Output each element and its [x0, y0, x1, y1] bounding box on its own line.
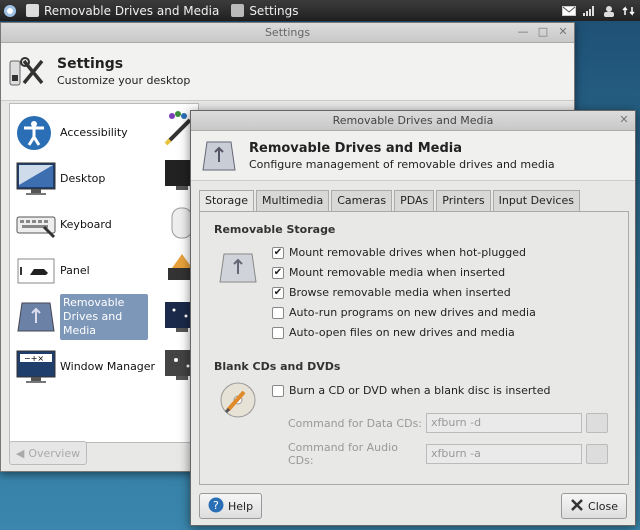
- option-mount-hotplugged[interactable]: ✔ Mount removable drives when hot-plugge…: [272, 246, 526, 259]
- checkbox[interactable]: [272, 306, 284, 319]
- taskbar-item-settings[interactable]: Settings: [225, 0, 304, 21]
- window-title: Settings: [264, 26, 311, 39]
- tab-bar: Storage Multimedia Cameras PDAs Printers…: [199, 190, 580, 212]
- user-icon[interactable]: [602, 5, 616, 17]
- taskbar-item-label: Settings: [249, 3, 299, 18]
- browse-data-cd-button[interactable]: [586, 413, 608, 433]
- panel-icon: [16, 253, 56, 289]
- category-label: Window Manager: [60, 360, 156, 373]
- removable-drive-icon: [199, 136, 239, 176]
- data-cd-label: Command for Data CDs:: [288, 416, 423, 430]
- arrow-left-icon: ◀: [15, 446, 25, 460]
- dialog-subtitle: Configure management of removable drives…: [249, 157, 555, 171]
- network-icon[interactable]: [582, 5, 596, 17]
- tab-multimedia[interactable]: Multimedia: [256, 190, 330, 211]
- tab-printers[interactable]: Printers: [436, 190, 491, 211]
- window-title: Removable Drives and Media: [332, 114, 494, 127]
- browse-audio-cd-button[interactable]: [586, 444, 608, 464]
- top-panel: Removable Drives and Media Settings: [0, 0, 640, 21]
- category-accessibility[interactable]: Accessibility: [16, 114, 128, 152]
- tab-cameras[interactable]: Cameras: [331, 190, 393, 211]
- close-button[interactable]: Close: [561, 493, 627, 519]
- checkbox[interactable]: ✔: [272, 286, 284, 299]
- category-label: Desktop: [60, 172, 106, 185]
- tab-input-devices[interactable]: Input Devices: [492, 190, 580, 211]
- help-label: Help: [228, 499, 254, 513]
- overview-button[interactable]: ◀ Overview: [9, 441, 87, 465]
- option-mount-media[interactable]: ✔ Mount removable media when inserted: [272, 266, 505, 279]
- checkbox[interactable]: [272, 326, 284, 339]
- app-menu-icon[interactable]: [0, 0, 20, 21]
- maximize-icon[interactable]: □: [536, 25, 550, 39]
- checkbox[interactable]: ✔: [272, 246, 284, 259]
- category-desktop[interactable]: Desktop: [16, 160, 105, 198]
- option-label: Mount removable media when inserted: [289, 266, 506, 279]
- option-label: Burn a CD or DVD when a blank disc is in…: [289, 384, 551, 397]
- updates-icon[interactable]: [622, 5, 636, 17]
- desktop-icon: [16, 161, 56, 197]
- page-title: Settings: [57, 56, 124, 72]
- data-cd-command-row: Command for Data CDs: xfburn -d: [288, 413, 608, 433]
- dialog-title: Removable Drives and Media: [249, 140, 463, 156]
- help-button[interactable]: ? Help: [199, 493, 263, 519]
- taskbar-item-removable-drives[interactable]: Removable Drives and Media: [20, 0, 225, 21]
- tab-pdas[interactable]: PDAs: [394, 190, 435, 211]
- audio-cd-label: Command for Audio CDs:: [288, 441, 398, 467]
- option-label: Mount removable drives when hot-plugged: [289, 246, 526, 259]
- settings-titlebar[interactable]: Settings — □ ✕: [1, 23, 574, 43]
- settings-category-list: Accessibility Desktop Keyboard Panel Rem…: [9, 103, 199, 443]
- audio-cd-command-field[interactable]: xfburn -a: [426, 444, 582, 464]
- category-window-manager[interactable]: −+× Window Manager: [16, 348, 155, 386]
- settings-header: Settings Customize your desktop: [1, 43, 574, 101]
- checkbox[interactable]: [272, 384, 284, 397]
- category-keyboard[interactable]: Keyboard: [16, 206, 112, 244]
- category-removable-drives[interactable]: Removable Drives and Media: [16, 294, 148, 340]
- settings-icon: [231, 4, 245, 17]
- storage-tab-panel: Removable Storage ✔ Mount removable driv…: [199, 211, 629, 485]
- keyboard-icon: [16, 207, 56, 243]
- category-label: Keyboard: [60, 218, 112, 231]
- mail-icon[interactable]: [562, 5, 576, 17]
- drive-icon: [26, 4, 39, 17]
- option-label: Browse removable media when inserted: [289, 286, 511, 299]
- category-label: Panel: [60, 264, 90, 277]
- overview-label: Overview: [28, 446, 81, 460]
- removable-drive-icon: [16, 299, 56, 335]
- option-autoopen[interactable]: Auto-open files on new drives and media: [272, 326, 515, 339]
- system-tray: [562, 0, 640, 21]
- audio-cd-command-row: Command for Audio CDs: xfburn -a: [288, 441, 608, 467]
- option-label: Auto-run programs on new drives and medi…: [289, 306, 536, 319]
- data-cd-command-field[interactable]: xfburn -d: [426, 413, 582, 433]
- cd-burner-icon: [218, 380, 258, 420]
- tab-storage[interactable]: Storage: [199, 190, 255, 212]
- removable-storage-heading: Removable Storage: [214, 223, 336, 236]
- close-icon[interactable]: ✕: [617, 113, 631, 127]
- help-icon: ?: [208, 497, 224, 516]
- taskbar-item-label: Removable Drives and Media: [44, 3, 220, 18]
- checkbox[interactable]: ✔: [272, 266, 284, 279]
- window-manager-icon: −+×: [16, 349, 56, 385]
- category-label: Removable Drives and Media: [60, 294, 148, 340]
- minimize-icon[interactable]: —: [516, 25, 530, 39]
- category-panel[interactable]: Panel: [16, 252, 90, 290]
- category-label: Accessibility: [60, 126, 128, 139]
- option-label: Auto-open files on new drives and media: [289, 326, 515, 339]
- page-subtitle: Customize your desktop: [57, 74, 191, 87]
- close-icon[interactable]: ✕: [556, 25, 570, 39]
- dialog-header: Removable Drives and Media Configure man…: [191, 131, 635, 181]
- removable-drive-icon: [218, 248, 258, 288]
- settings-tools-icon: [7, 52, 47, 92]
- close-x-icon: [570, 498, 584, 515]
- option-burn-blank[interactable]: Burn a CD or DVD when a blank disc is in…: [272, 384, 551, 397]
- svg-text:−+×: −+×: [24, 354, 44, 363]
- dialog-titlebar[interactable]: Removable Drives and Media ✕: [191, 111, 635, 131]
- close-label: Close: [588, 499, 618, 513]
- blank-cds-heading: Blank CDs and DVDs: [214, 360, 341, 373]
- svg-text:?: ?: [213, 499, 219, 512]
- option-autorun[interactable]: Auto-run programs on new drives and medi…: [272, 306, 536, 319]
- option-browse-media[interactable]: ✔ Browse removable media when inserted: [272, 286, 511, 299]
- accessibility-icon: [16, 115, 56, 151]
- removable-drives-dialog: Removable Drives and Media ✕ Removable D…: [190, 110, 636, 526]
